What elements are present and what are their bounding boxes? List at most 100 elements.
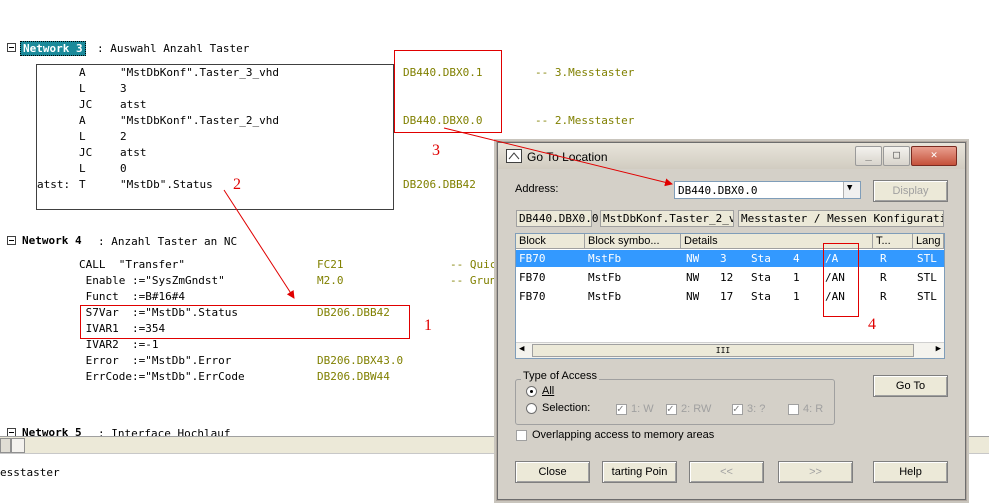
stl-comment: -- 2.Messtaster (535, 114, 635, 127)
call-parameter: IVAR2 :=-1 (79, 338, 159, 351)
stl-operand: 3 (120, 82, 127, 95)
row-detail-number: 12 (720, 271, 734, 284)
network3-label[interactable]: Network 3 (20, 41, 86, 56)
call-parameter: Enable :="SysZmGndst" (79, 274, 225, 287)
access-r-label: 4: R (803, 403, 824, 415)
table-hscrollbar[interactable]: ◀ III ▶ (516, 342, 944, 358)
next-button[interactable]: >> (778, 461, 853, 483)
dialog-app-icon (506, 149, 522, 163)
table-row[interactable]: FB70 MstFb NW 12 Sta 1/AN R STL (516, 269, 944, 286)
row-language: STL (917, 271, 937, 284)
info-address-field: DB440.DBX0.0 (516, 210, 598, 227)
call-parameter: Error :="MstDb".Error (79, 354, 232, 367)
close-button[interactable]: Close (515, 461, 590, 483)
scroll-left-icon[interactable]: ◀ (519, 344, 524, 354)
network4-title: : Anzahl Taster an NC (98, 235, 238, 248)
info-symbol: MstDbKonf.Taster_2_vh (603, 212, 734, 225)
info-symbol-field: MstDbKonf.Taster_2_vh (600, 210, 734, 227)
help-button[interactable]: Help (873, 461, 948, 483)
call-parameter: Funct :=B#16#4 (79, 290, 185, 303)
network3-code-box[interactable] (36, 64, 394, 210)
call-comment: -- Quic (450, 258, 497, 271)
stl-label: atst: (37, 178, 71, 191)
row-block: FB70 (519, 252, 546, 265)
minimize-button[interactable]: _ (855, 146, 882, 166)
goto-button[interactable]: Go To (873, 375, 948, 397)
stl-operation: JC (79, 146, 93, 159)
call-address: FC21 (317, 258, 344, 271)
call-comment: -- Grun (450, 274, 497, 287)
row-detail-statement: Sta (751, 252, 771, 265)
address-dropdown-button[interactable]: ▼ (843, 182, 860, 198)
info-address: DB440.DBX0.0 (519, 212, 599, 225)
hscroll-thumb[interactable] (11, 438, 25, 453)
overlapping-checkbox[interactable] (516, 430, 527, 441)
table-hscroll-thumb[interactable]: III (532, 344, 914, 357)
row-detail-number: 17 (720, 290, 734, 303)
row-language: STL (917, 290, 937, 303)
row-block-symbol: MstFb (588, 252, 622, 265)
annotation-number-1: 1 (424, 317, 432, 334)
all-label[interactable]: All (542, 385, 554, 397)
annotation-number-3: 3 (432, 142, 440, 159)
table-row[interactable]: FB70 MstFb NW 17 Sta 1/AN R STL (516, 288, 944, 305)
info-comment-field: Messtaster / Messen Konfiguration (738, 210, 944, 227)
address-label: Address: (515, 183, 559, 195)
previous-button[interactable]: << (689, 461, 764, 483)
stl-address: DB206.DBB42 (403, 178, 476, 191)
stl-operand: 2 (120, 130, 127, 143)
address-combobox[interactable]: DB440.DBX0.0 ▼ (674, 181, 861, 199)
access-r-checkbox[interactable] (788, 404, 799, 415)
col-header-block[interactable]: Block (516, 234, 585, 249)
selection-label[interactable]: Selection: (542, 402, 590, 414)
row-detail-line: 4 (793, 252, 800, 265)
chevron-down-icon: ▼ (847, 183, 853, 193)
network3-collapse-icon[interactable] (7, 43, 16, 52)
row-detail-statement: Sta (751, 271, 771, 284)
display-button[interactable]: Display (873, 180, 948, 202)
stl-operation: JC (79, 98, 93, 111)
row-block-symbol: MstFb (588, 290, 622, 303)
goto-location-dialog: Go To Location _ □ ✕ Address: DB440.DBX0… (497, 142, 966, 500)
selection-radio[interactable] (526, 403, 537, 414)
annotation-box-address (394, 50, 502, 133)
row-type: R (880, 271, 887, 284)
access-w-checkbox[interactable] (616, 402, 627, 415)
col-header-block-symbol[interactable]: Block symbo... (585, 234, 681, 249)
close-window-button[interactable]: ✕ (911, 146, 957, 166)
status-text: esstaster (0, 466, 60, 479)
call-address: DB206.DBX43.0 (317, 354, 404, 367)
row-block: FB70 (519, 290, 546, 303)
maximize-button[interactable]: □ (883, 146, 910, 166)
references-table[interactable]: Block Block symbo... Details T... Lang F… (515, 233, 945, 359)
dialog-title: Go To Location (527, 150, 608, 164)
dialog-titlebar[interactable]: Go To Location _ □ ✕ (498, 143, 965, 169)
stl-operand: "MstDbKonf".Taster_2_vhd (120, 114, 279, 127)
stl-operation: A (79, 66, 86, 79)
annotation-box-access (823, 243, 859, 317)
overlapping-label[interactable]: Overlapping access to memory areas (532, 429, 714, 441)
stl-operation: L (79, 130, 86, 143)
row-detail-line: 1 (793, 290, 800, 303)
network4-label[interactable]: Network 4 (22, 234, 82, 247)
col-header-language[interactable]: Lang (913, 234, 944, 249)
row-block: FB70 (519, 271, 546, 284)
row-type: R (880, 252, 887, 265)
table-row[interactable]: FB70 MstFb NW 3 Sta 4/A R STL (516, 250, 944, 267)
starting-point-button[interactable]: tarting Poin (602, 461, 677, 483)
stl-operation: T (79, 178, 86, 191)
row-detail-network: NW (686, 271, 700, 284)
hscroll-left-button[interactable] (0, 438, 11, 453)
network4-collapse-icon[interactable] (7, 236, 16, 245)
call-parameter: ErrCode:="MstDb".ErrCode (79, 370, 245, 383)
row-type: R (880, 290, 887, 303)
scroll-right-icon[interactable]: ▶ (936, 344, 941, 354)
col-header-type[interactable]: T... (873, 234, 913, 249)
row-language: STL (917, 252, 937, 265)
access-unknown-checkbox[interactable] (732, 402, 743, 415)
stl-operand: atst (120, 98, 147, 111)
type-of-access-legend: Type of Access (521, 370, 599, 382)
all-radio[interactable] (526, 386, 537, 397)
access-rw-checkbox[interactable] (666, 402, 677, 415)
info-comment: Messtaster / Messen Konfiguration (741, 212, 944, 225)
